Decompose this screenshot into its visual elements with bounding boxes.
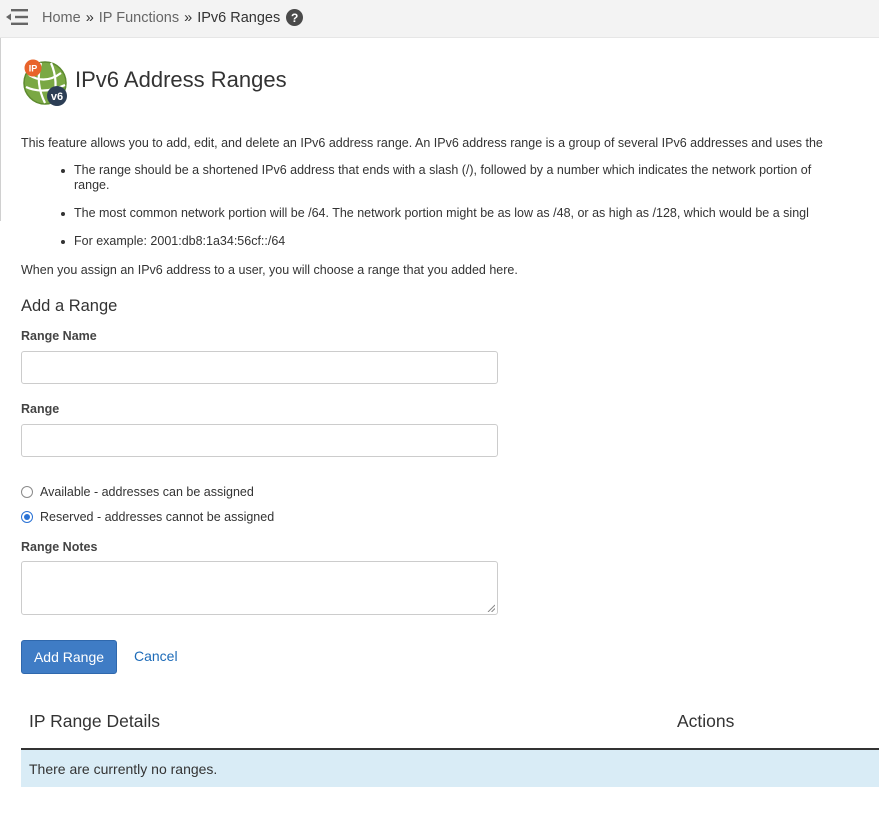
breadcrumb-separator: »: [85, 9, 94, 26]
reserved-radio-option[interactable]: Reserved - addresses cannot be assigned: [21, 510, 274, 524]
list-item: The range should be a shortened IPv6 add…: [21, 163, 879, 193]
breadcrumb-current: IPv6 Ranges: [197, 9, 281, 26]
add-range-button[interactable]: Add Range: [21, 640, 117, 674]
guideline-text: For example: 2001:db8:1a34:56cf::/64: [74, 234, 286, 248]
breadcrumb-separator: »: [184, 9, 193, 26]
reserved-radio[interactable]: [21, 511, 33, 523]
guideline-text: The most common network portion will be …: [74, 206, 809, 220]
available-radio-option[interactable]: Available - addresses can be assigned: [21, 485, 254, 499]
table-row: There are currently no ranges.: [21, 750, 879, 787]
available-radio[interactable]: [21, 486, 33, 498]
ipv6-globe-icon: IP v6: [21, 57, 69, 107]
column-header-ip-range-details: IP Range Details: [29, 711, 161, 731]
available-radio-label: Available - addresses can be assigned: [40, 485, 254, 499]
assign-note: When you assign an IPv6 address to a use…: [21, 263, 518, 277]
guideline-continuation: range.: [74, 178, 110, 192]
breadcrumb-home-link[interactable]: Home: [42, 10, 81, 26]
range-notes-textarea[interactable]: [21, 561, 498, 615]
cancel-link[interactable]: Cancel: [134, 648, 178, 664]
range-name-input[interactable]: [21, 351, 498, 384]
guideline-text: The range should be a shortened IPv6 add…: [74, 163, 812, 177]
list-item: For example: 2001:db8:1a34:56cf::/64: [21, 234, 879, 249]
top-bar: Home » IP Functions » IPv6 Ranges ?: [0, 0, 879, 38]
page-title: IPv6 Address Ranges: [75, 67, 287, 92]
v6-badge-text: v6: [51, 91, 63, 103]
range-label: Range: [21, 402, 60, 416]
resize-grip-icon[interactable]: [487, 604, 495, 612]
question-circle-icon[interactable]: ?: [286, 9, 304, 26]
ip-badge-text: IP: [29, 64, 38, 74]
column-header-actions: Actions: [677, 711, 735, 731]
range-notes-label: Range Notes: [21, 540, 98, 554]
empty-table-message: There are currently no ranges.: [29, 760, 218, 777]
breadcrumb-ip-functions-link[interactable]: IP Functions: [99, 10, 179, 26]
range-input[interactable]: [21, 424, 498, 457]
menu-toggle-icon[interactable]: [5, 7, 29, 27]
list-item: The most common network portion will be …: [21, 206, 879, 221]
range-name-label: Range Name: [21, 329, 97, 343]
breadcrumb: Home » IP Functions » IPv6 Ranges ?: [42, 0, 304, 35]
feature-description: This feature allows you to add, edit, an…: [21, 136, 823, 150]
range-guidelines-list: The range should be a shortened IPv6 add…: [21, 163, 879, 262]
reserved-radio-label: Reserved - addresses cannot be assigned: [40, 510, 275, 524]
content-left-border: [0, 38, 1, 221]
add-range-heading: Add a Range: [21, 297, 118, 315]
